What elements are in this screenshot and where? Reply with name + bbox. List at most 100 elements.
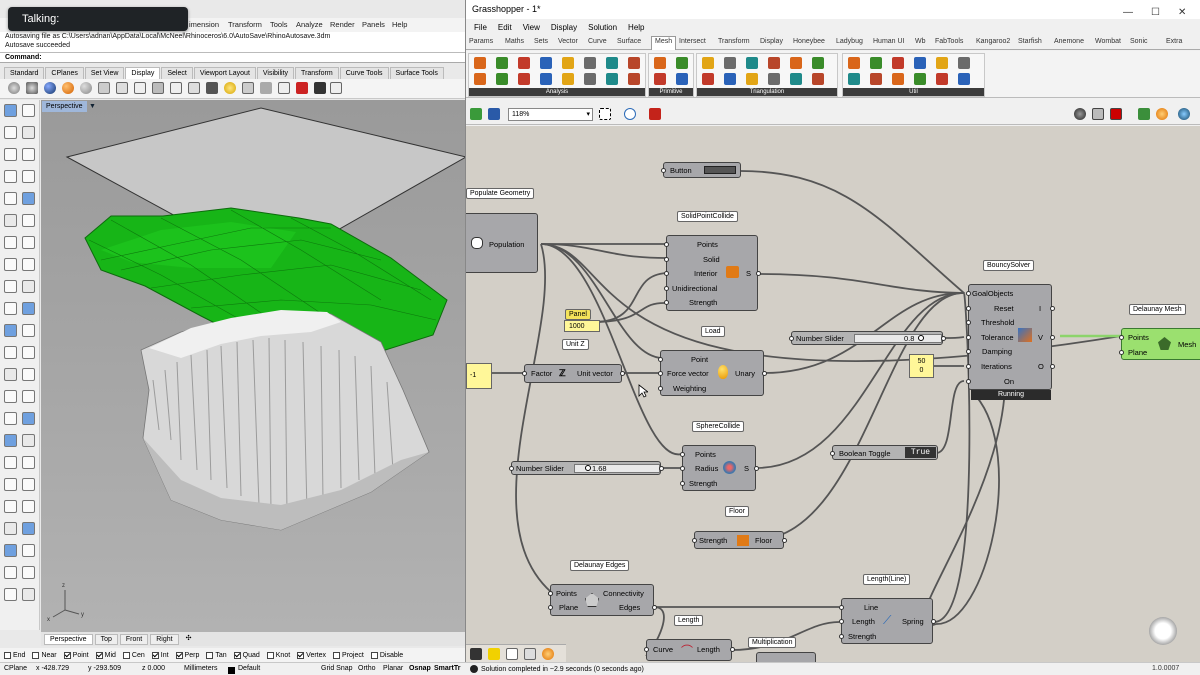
component-icon[interactable] bbox=[768, 73, 780, 85]
cube-icon[interactable] bbox=[330, 82, 342, 94]
bake-icon[interactable] bbox=[488, 648, 500, 660]
osnap-vertex[interactable]: Vertex bbox=[297, 651, 326, 659]
gh-tab-params[interactable]: Params bbox=[469, 38, 493, 45]
modeling-tool-icon[interactable] bbox=[4, 302, 17, 315]
modeling-tool-icon[interactable] bbox=[22, 126, 35, 139]
modeling-tool-icon[interactable] bbox=[22, 500, 35, 513]
osnap-checkbox[interactable] bbox=[370, 651, 378, 659]
modeling-tool-icon[interactable] bbox=[22, 368, 35, 381]
modeling-tool-icon[interactable] bbox=[4, 588, 17, 601]
sphere-tool-icon[interactable] bbox=[542, 648, 554, 660]
component-icon[interactable] bbox=[702, 73, 714, 85]
component-icon[interactable] bbox=[812, 73, 824, 85]
floor-component[interactable]: Strength Floor bbox=[692, 531, 787, 549]
component-port[interactable] bbox=[966, 364, 971, 369]
button-face[interactable] bbox=[704, 166, 736, 174]
component-icon[interactable] bbox=[518, 57, 530, 69]
component-icon[interactable] bbox=[702, 57, 714, 69]
gh-tab-kangaroo2[interactable]: Kangaroo2 bbox=[976, 38, 1010, 45]
menu-transform[interactable]: Transform bbox=[228, 20, 262, 29]
mesh-preview-icon[interactable] bbox=[1138, 108, 1150, 120]
component-port[interactable] bbox=[756, 271, 761, 276]
modeling-tool-icon[interactable] bbox=[4, 192, 17, 205]
component-port[interactable] bbox=[830, 451, 835, 456]
component-port[interactable] bbox=[966, 379, 971, 384]
gh-canvas[interactable]: Button Populate Geometry Population Soli… bbox=[466, 126, 1200, 662]
osnap-tan[interactable]: Tan bbox=[206, 651, 227, 659]
component-port[interactable] bbox=[692, 538, 697, 543]
camera-icon[interactable] bbox=[206, 82, 218, 94]
component-icon[interactable] bbox=[790, 57, 802, 69]
osnap-checkbox[interactable] bbox=[32, 651, 40, 659]
component-icon[interactable] bbox=[914, 57, 926, 69]
osnap-checkbox[interactable] bbox=[333, 651, 341, 659]
component-icon[interactable] bbox=[562, 57, 574, 69]
gh-tab-honeybee[interactable]: Honeybee bbox=[793, 38, 825, 45]
component-port[interactable] bbox=[789, 336, 794, 341]
xyz-icon[interactable] bbox=[524, 648, 536, 660]
component-port[interactable] bbox=[839, 605, 844, 610]
component-icon[interactable] bbox=[848, 73, 860, 85]
component-port[interactable] bbox=[620, 371, 625, 376]
component-port[interactable] bbox=[754, 466, 759, 471]
tab-transform[interactable]: Transform bbox=[295, 67, 339, 79]
component-port[interactable] bbox=[839, 619, 844, 624]
modeling-tool-icon[interactable] bbox=[4, 368, 17, 381]
menu-panels[interactable]: Panels bbox=[362, 20, 385, 29]
component-icon[interactable] bbox=[936, 73, 948, 85]
osnap-cen[interactable]: Cen bbox=[122, 651, 145, 659]
menu-help[interactable]: Help bbox=[392, 20, 407, 29]
modeling-tool-icon[interactable] bbox=[22, 280, 35, 293]
component-port[interactable] bbox=[1050, 364, 1055, 369]
slider-knob-icon[interactable] bbox=[585, 465, 591, 471]
gh-tab-ladybug[interactable]: Ladybug bbox=[836, 38, 863, 45]
modeling-tool-icon[interactable] bbox=[22, 346, 35, 359]
modeling-tool-icon[interactable] bbox=[22, 390, 35, 403]
component-icon[interactable] bbox=[746, 73, 758, 85]
modeling-tool-icon[interactable] bbox=[4, 104, 17, 117]
arctic-icon[interactable] bbox=[188, 82, 200, 94]
modeling-tool-icon[interactable] bbox=[4, 236, 17, 249]
gh-menu-view[interactable]: View bbox=[523, 23, 540, 32]
modeling-tool-icon[interactable] bbox=[22, 324, 35, 337]
component-icon[interactable] bbox=[584, 57, 596, 69]
gh-tab-surface[interactable]: Surface bbox=[617, 38, 641, 45]
modeling-tool-icon[interactable] bbox=[4, 434, 17, 447]
component-icon[interactable] bbox=[676, 73, 688, 85]
component-icon[interactable] bbox=[606, 57, 618, 69]
layer-indicator[interactable]: Default bbox=[228, 663, 260, 675]
modeling-tool-icon[interactable] bbox=[22, 148, 35, 161]
component-icon[interactable] bbox=[474, 73, 486, 85]
technical-icon[interactable] bbox=[116, 82, 128, 94]
multiplication-component[interactable] bbox=[756, 652, 816, 662]
component-port[interactable] bbox=[931, 619, 936, 624]
viewtab-right[interactable]: Right bbox=[150, 634, 179, 645]
spherecollide-component[interactable]: Points Radius Strength S bbox=[680, 445, 759, 491]
modeling-tool-icon[interactable] bbox=[4, 500, 17, 513]
modeling-tool-icon[interactable] bbox=[4, 412, 17, 425]
xray-icon[interactable] bbox=[98, 82, 110, 94]
osnap-checkbox[interactable] bbox=[95, 651, 103, 659]
osnap-toggle[interactable]: Osnap bbox=[409, 663, 431, 675]
open-file-icon[interactable] bbox=[470, 108, 482, 120]
gh-tab-curve[interactable]: Curve bbox=[588, 38, 607, 45]
component-icon[interactable] bbox=[812, 57, 824, 69]
component-icon[interactable] bbox=[914, 73, 926, 85]
osnap-checkbox[interactable] bbox=[151, 651, 159, 659]
bouncysolver-component[interactable]: GoalObjects Reset Threshold Tolerance Da… bbox=[966, 284, 1055, 390]
add-viewport-icon[interactable]: ✣ bbox=[181, 634, 197, 645]
osnap-checkbox[interactable] bbox=[4, 651, 11, 659]
gh-tab-vector[interactable]: Vector bbox=[558, 38, 578, 45]
component-icon[interactable] bbox=[518, 73, 530, 85]
component-port[interactable] bbox=[966, 349, 971, 354]
osnap-near[interactable]: Near bbox=[32, 651, 57, 659]
gh-tab-mesh[interactable]: Mesh bbox=[651, 36, 677, 50]
vector-icon[interactable] bbox=[506, 648, 518, 660]
component-port[interactable] bbox=[680, 466, 685, 471]
zebra-icon[interactable] bbox=[296, 82, 308, 94]
component-port[interactable] bbox=[658, 386, 663, 391]
component-port[interactable] bbox=[644, 647, 649, 652]
modeling-tool-icon[interactable] bbox=[4, 346, 17, 359]
shaded-preview-icon[interactable] bbox=[1156, 108, 1168, 120]
component-port[interactable] bbox=[1119, 350, 1124, 355]
